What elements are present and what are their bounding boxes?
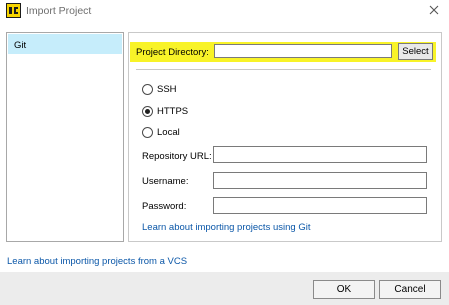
password-input[interactable] (213, 197, 427, 214)
close-icon[interactable] (427, 3, 441, 17)
sidebar-item-git[interactable]: Git (8, 34, 122, 54)
cancel-button[interactable]: Cancel (379, 280, 441, 299)
radio-button[interactable] (142, 106, 153, 117)
project-directory-label: Project Directory: (136, 47, 209, 58)
repository-url-input[interactable] (213, 146, 427, 163)
username-label: Username: (142, 176, 189, 187)
radio-label: Local (157, 127, 180, 138)
radio-label: SSH (157, 84, 177, 95)
vcs-list[interactable]: Git (6, 32, 124, 242)
git-help-link[interactable]: Learn about importing projects using Git (142, 222, 310, 233)
project-directory-input[interactable] (214, 44, 392, 58)
radio-button[interactable] (142, 127, 153, 138)
select-button[interactable]: Select (398, 43, 433, 60)
title-bar: Import Project (0, 0, 449, 24)
vcs-help-link[interactable]: Learn about importing projects from a VC… (7, 256, 187, 267)
repository-url-label: Repository URL: (142, 151, 212, 162)
radio-label: HTTPS (157, 106, 189, 117)
password-label: Password: (142, 201, 187, 212)
app-logo-icon (6, 3, 21, 18)
sidebar-item-label: Git (14, 40, 27, 51)
username-input[interactable] (213, 172, 427, 189)
radio-button[interactable] (142, 84, 153, 95)
window-title: Import Project (26, 5, 92, 17)
ok-button[interactable]: OK (313, 280, 375, 299)
project-directory-row: Project Directory: Select (130, 42, 436, 62)
divider (136, 69, 431, 70)
